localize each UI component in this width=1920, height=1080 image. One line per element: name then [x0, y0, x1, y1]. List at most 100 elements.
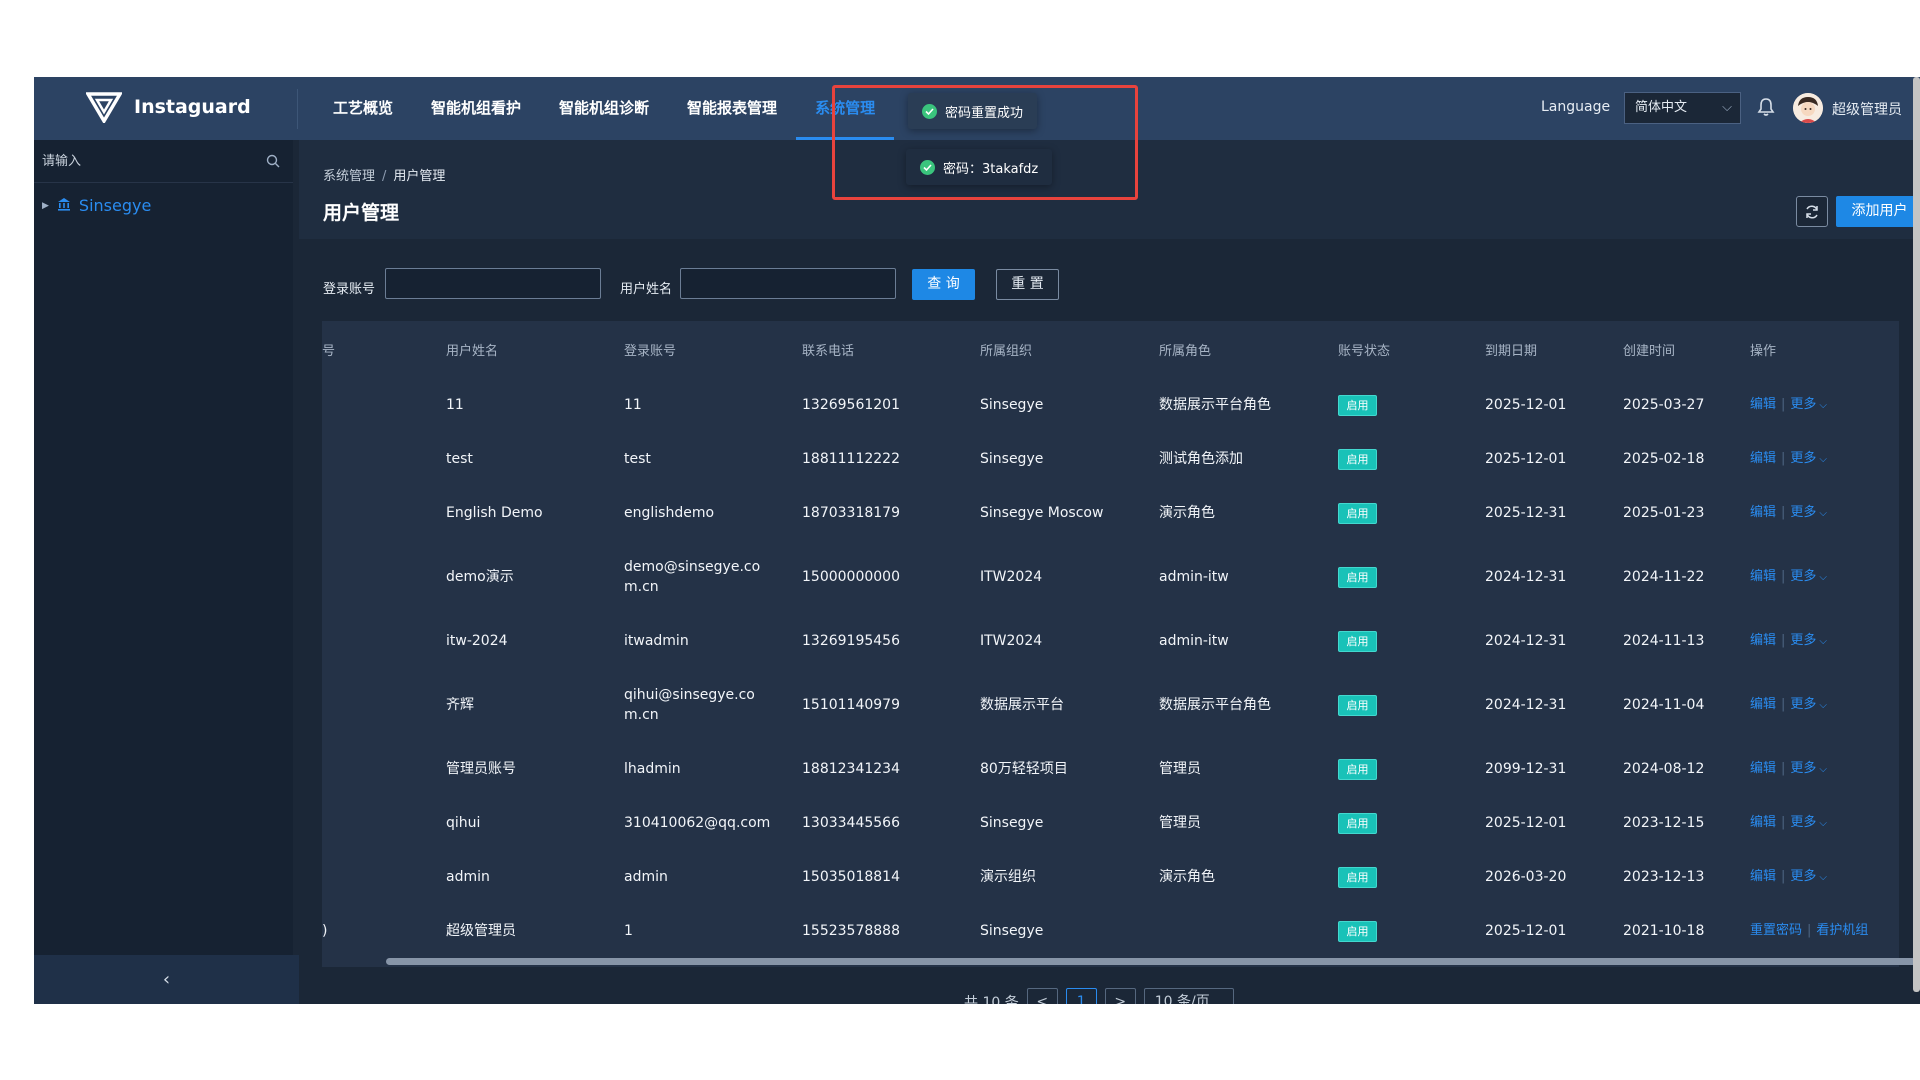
cell-role: 演示角色 — [1159, 869, 1215, 885]
more-dropdown[interactable]: 更多 — [1790, 697, 1816, 712]
cell-login: 1 — [624, 923, 633, 939]
edit-link[interactable]: 编辑 — [1750, 397, 1776, 412]
cell-expire-date: 2025-12-01 — [1485, 923, 1567, 939]
more-dropdown[interactable]: 更多 — [1790, 397, 1816, 412]
search-icon[interactable] — [266, 153, 280, 172]
cell-org: ITW2024 — [980, 633, 1043, 649]
page-title: 用户管理 — [323, 202, 400, 224]
more-dropdown[interactable]: 更多 — [1790, 451, 1816, 466]
sidebar: ▶ Sinsegye — [34, 140, 293, 955]
edit-link[interactable]: 编辑 — [1750, 505, 1776, 520]
login-account-input[interactable] — [385, 268, 601, 299]
chevron-down-icon[interactable]: ⌵ — [1819, 454, 1827, 465]
action-divider: | — [1807, 923, 1812, 938]
add-user-button[interactable]: 添加用户 — [1836, 196, 1920, 227]
more-dropdown[interactable]: 更多 — [1790, 505, 1816, 520]
more-dropdown[interactable]: 更多 — [1790, 869, 1816, 884]
cell-user-name: 超级管理员 — [446, 923, 516, 939]
cell-expire-date: 2024-12-31 — [1485, 697, 1567, 713]
user-name[interactable]: 超级管理员 — [1832, 99, 1902, 119]
cell-status: 启用 — [1338, 378, 1485, 432]
cell-expire-date: 2099-12-31 — [1485, 761, 1567, 777]
status-badge: 启用 — [1338, 448, 1377, 470]
cell-index: ) — [322, 923, 328, 939]
cell-actions: 编辑 | 更多 ⌵ — [1750, 850, 1899, 904]
cell-login: demo@sinsegye.com.cn — [624, 559, 761, 595]
cell-user-name: test — [446, 451, 473, 467]
chevron-down-icon[interactable]: ⌵ — [1819, 764, 1827, 775]
chevron-down-icon[interactable]: ⌵ — [1819, 636, 1827, 647]
cell-expire-date: 2025-12-01 — [1485, 815, 1567, 831]
page-vertical-scrollbar[interactable] — [1913, 77, 1920, 992]
filter-bar: 登录账号 用户姓名 查 询 重 置 — [299, 246, 1920, 308]
cell-org: Sinsegye Moscow — [980, 505, 1104, 521]
cell-created-date: 2025-03-27 — [1623, 397, 1705, 413]
edit-link[interactable]: 编辑 — [1750, 815, 1776, 830]
nav-item-process-overview[interactable]: 工艺概览 — [314, 77, 412, 140]
cell-login: 310410062@qq.com — [624, 815, 771, 831]
chevron-down-icon[interactable]: ⌵ — [1819, 400, 1827, 411]
cell-user-name: demo演示 — [446, 569, 514, 585]
more-dropdown[interactable]: 更多 — [1790, 569, 1816, 584]
sidebar-search — [34, 140, 293, 183]
tree-node-root[interactable]: ▶ Sinsegye — [42, 196, 151, 215]
edit-link[interactable]: 编辑 — [1750, 869, 1776, 884]
nav-item-unit-care[interactable]: 智能机组看护 — [412, 77, 540, 140]
cell-created-date: 2023-12-13 — [1623, 869, 1705, 885]
edit-link[interactable]: 编辑 — [1750, 451, 1776, 466]
table-row: ) 超级管理员 1 15523578888 Sinsegye 启用 2025-12-01 20… — [322, 904, 1899, 958]
cell-expire-date: 2025-12-01 — [1485, 451, 1567, 467]
edit-link[interactable]: 编辑 — [1750, 697, 1776, 712]
more-dropdown[interactable]: 更多 — [1790, 761, 1816, 776]
refresh-button[interactable] — [1796, 196, 1828, 227]
sidebar-collapse-button[interactable]: ‹ — [34, 955, 299, 1004]
horizontal-scrollbar[interactable] — [386, 958, 1916, 965]
chevron-down-icon[interactable]: ⌵ — [1819, 572, 1827, 583]
avatar[interactable] — [1793, 93, 1823, 123]
caret-right-icon[interactable]: ▶ — [42, 201, 49, 211]
page-size-select[interactable]: 10 条/页 — [1143, 987, 1234, 1004]
chevron-down-icon[interactable]: ⌵ — [1819, 818, 1827, 829]
query-button[interactable]: 查 询 — [912, 269, 975, 300]
unit-care-link[interactable]: 看护机组 — [1816, 923, 1868, 938]
reset-button[interactable]: 重 置 — [996, 269, 1059, 300]
status-badge: 启用 — [1338, 502, 1377, 524]
page-number-button[interactable]: 1 — [1065, 987, 1097, 1004]
cell-org: 数据展示平台 — [980, 697, 1064, 713]
nav-item-unit-diagnosis[interactable]: 智能机组诊断 — [540, 77, 668, 140]
user-table: 号 用户姓名 登录账号 联系电话 所属组织 所属角色 账号状态 到期日期 创建时… — [322, 321, 1899, 958]
action-divider: | — [1781, 632, 1786, 648]
cell-role: 测试角色添加 — [1159, 451, 1243, 467]
nav-item-report-management[interactable]: 智能报表管理 — [668, 77, 796, 140]
language-value: 简体中文 — [1635, 100, 1688, 115]
chevron-down-icon[interactable]: ⌵ — [1819, 700, 1827, 711]
chevron-down-icon[interactable]: ⌵ — [1819, 872, 1827, 883]
reset-password-link[interactable]: 重置密码 — [1750, 923, 1802, 938]
more-dropdown[interactable]: 更多 — [1790, 815, 1816, 830]
cell-phone: 13033445566 — [802, 815, 900, 831]
more-dropdown[interactable]: 更多 — [1790, 633, 1816, 648]
logo[interactable]: Instaguard — [86, 91, 251, 123]
user-name-input[interactable] — [680, 268, 896, 299]
sidebar-search-input[interactable] — [42, 148, 252, 174]
next-page-button[interactable]: > — [1104, 987, 1136, 1004]
edit-link[interactable]: 编辑 — [1750, 633, 1776, 648]
cell-org: Sinsegye — [980, 397, 1044, 413]
bank-icon — [57, 196, 71, 215]
prev-page-button[interactable]: < — [1026, 987, 1058, 1004]
cell-index — [322, 796, 446, 850]
cell-user-name: 齐辉 — [446, 697, 474, 713]
bell-icon[interactable] — [1757, 97, 1775, 121]
cell-status: 启用 — [1338, 904, 1485, 958]
language-select[interactable]: 简体中文 ⌵ — [1624, 92, 1741, 124]
chevron-left-icon: ‹ — [162, 969, 171, 990]
breadcrumb-parent[interactable]: 系统管理 — [323, 169, 375, 184]
chevron-down-icon[interactable]: ⌵ — [1819, 508, 1827, 519]
cell-actions: 编辑 | 更多 ⌵ — [1750, 742, 1899, 796]
edit-link[interactable]: 编辑 — [1750, 761, 1776, 776]
cell-index — [322, 432, 446, 486]
cell-role — [1159, 904, 1338, 958]
status-badge: 启用 — [1338, 630, 1377, 652]
chevron-down-icon: ⌵ — [1722, 100, 1732, 115]
edit-link[interactable]: 编辑 — [1750, 569, 1776, 584]
